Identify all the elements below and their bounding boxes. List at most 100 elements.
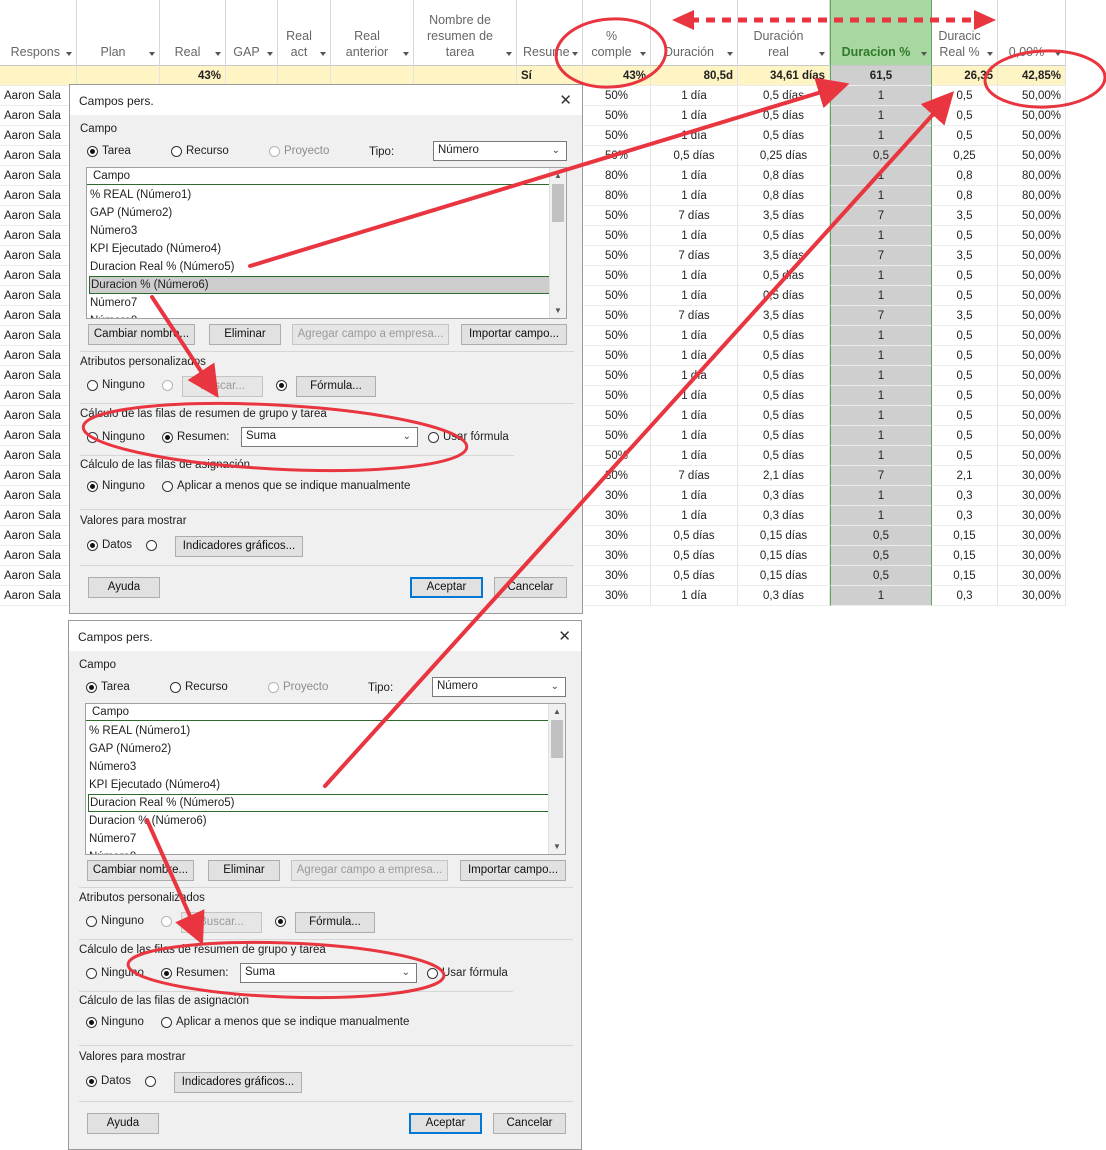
column-header[interactable]: Real act xyxy=(278,0,331,66)
table-cell[interactable]: 0,5 días xyxy=(738,406,830,426)
assign-none-radio[interactable] xyxy=(87,481,98,492)
table-cell[interactable]: 30% xyxy=(583,546,651,566)
attr-lookup-radio[interactable] xyxy=(161,916,172,927)
summary-cell[interactable] xyxy=(77,66,160,86)
table-cell[interactable]: 50% xyxy=(583,266,651,286)
table-cell[interactable]: 2,1 días xyxy=(738,466,830,486)
table-cell[interactable]: 0,5 días xyxy=(738,346,830,366)
table-cell[interactable]: 50,00% xyxy=(998,86,1066,106)
cell-responsible[interactable]: Aaron Sala xyxy=(0,246,77,266)
table-cell[interactable]: 1 xyxy=(830,446,932,466)
field-list-item[interactable]: Número3 xyxy=(89,222,551,240)
assign-apply-radio[interactable] xyxy=(162,481,173,492)
table-cell[interactable]: 30,00% xyxy=(998,506,1066,526)
lookup-button[interactable]: Buscar... xyxy=(182,376,263,397)
table-cell[interactable]: 0,5 días xyxy=(738,106,830,126)
rename-button[interactable]: Cambiar nombre... xyxy=(88,324,195,345)
column-header[interactable]: Real xyxy=(160,0,226,66)
table-cell[interactable]: 0,5 xyxy=(932,386,998,406)
table-cell[interactable]: 0,15 xyxy=(932,546,998,566)
table-cell[interactable]: 30% xyxy=(583,506,651,526)
calc-none-radio[interactable] xyxy=(86,968,97,979)
table-cell[interactable]: 1 xyxy=(830,386,932,406)
table-cell[interactable]: 3,5 días xyxy=(738,306,830,326)
formula-button[interactable]: Fórmula... xyxy=(295,912,375,933)
table-cell[interactable]: 50% xyxy=(583,326,651,346)
table-cell[interactable]: 0,5 días xyxy=(738,286,830,306)
table-cell[interactable]: 0,5 días xyxy=(651,546,738,566)
table-cell[interactable]: 0,5 xyxy=(830,146,932,166)
field-list-item[interactable]: Duracion % (Número6) xyxy=(89,276,550,294)
field-list-item[interactable]: Número7 xyxy=(89,294,551,312)
table-cell[interactable]: 1 día xyxy=(651,586,738,606)
table-cell[interactable]: 0,15 xyxy=(932,526,998,546)
table-cell[interactable]: 1 día xyxy=(651,366,738,386)
field-list-item[interactable]: KPI Ejecutado (Número4) xyxy=(88,776,550,794)
table-cell[interactable]: 3,5 xyxy=(932,306,998,326)
table-cell[interactable]: 0,5 xyxy=(932,426,998,446)
table-cell[interactable]: 0,5 días xyxy=(738,426,830,446)
table-cell[interactable]: 0,5 días xyxy=(738,326,830,346)
table-cell[interactable]: 0,15 días xyxy=(738,526,830,546)
table-cell[interactable]: 1 xyxy=(830,226,932,246)
table-cell[interactable]: 0,5 días xyxy=(651,566,738,586)
cell-responsible[interactable]: Aaron Sala xyxy=(0,446,77,466)
values-data-radio[interactable] xyxy=(87,540,98,551)
table-cell[interactable]: 7 xyxy=(830,306,932,326)
table-cell[interactable]: 1 día xyxy=(651,166,738,186)
import-field-button[interactable]: Importar campo... xyxy=(461,324,567,345)
table-cell[interactable]: 7 días xyxy=(651,206,738,226)
table-cell[interactable]: 50,00% xyxy=(998,146,1066,166)
field-list-item[interactable]: GAP (Número2) xyxy=(89,204,551,222)
table-cell[interactable]: 1 día xyxy=(651,346,738,366)
calc-none-radio[interactable] xyxy=(87,432,98,443)
table-cell[interactable]: 0,5 xyxy=(932,106,998,126)
calc-summary-radio[interactable] xyxy=(161,968,172,979)
table-cell[interactable]: 1 xyxy=(830,86,932,106)
table-cell[interactable]: 50% xyxy=(583,226,651,246)
attr-formula-radio[interactable] xyxy=(275,916,286,927)
table-cell[interactable]: 0,5 xyxy=(932,226,998,246)
radio-tarea[interactable] xyxy=(86,682,97,693)
table-cell[interactable]: 50,00% xyxy=(998,246,1066,266)
cancel-button[interactable]: Cancelar xyxy=(494,577,567,598)
table-cell[interactable]: 50% xyxy=(583,146,651,166)
dropdown-arrow-icon[interactable] xyxy=(819,52,825,56)
assign-none-radio[interactable] xyxy=(86,1017,97,1028)
summary-function-select[interactable]: Suma ⌄ xyxy=(240,963,417,983)
table-cell[interactable]: 7 días xyxy=(651,246,738,266)
dropdown-arrow-icon[interactable] xyxy=(403,52,409,56)
dropdown-arrow-icon[interactable] xyxy=(506,52,512,56)
dropdown-arrow-icon[interactable] xyxy=(149,52,155,56)
radio-tarea[interactable] xyxy=(87,146,98,157)
table-cell[interactable]: 50,00% xyxy=(998,346,1066,366)
values-indicators-radio[interactable] xyxy=(145,1076,156,1087)
scroll-up-icon[interactable]: ▲ xyxy=(553,707,561,716)
table-cell[interactable]: 0,3 días xyxy=(738,506,830,526)
dropdown-arrow-icon[interactable] xyxy=(572,52,578,56)
table-cell[interactable]: 0,25 días xyxy=(738,146,830,166)
scrollbar-thumb[interactable] xyxy=(552,184,564,222)
ok-button[interactable]: Aceptar xyxy=(410,577,483,598)
table-cell[interactable]: 1 xyxy=(830,406,932,426)
table-cell[interactable]: 30,00% xyxy=(998,566,1066,586)
table-cell[interactable]: 0,5 xyxy=(932,266,998,286)
cell-responsible[interactable]: Aaron Sala xyxy=(0,486,77,506)
attr-lookup-radio[interactable] xyxy=(162,380,173,391)
table-cell[interactable]: 50% xyxy=(583,386,651,406)
rename-button[interactable]: Cambiar nombre... xyxy=(87,860,194,881)
summary-cell[interactable]: Sí xyxy=(517,66,583,86)
table-cell[interactable]: 50% xyxy=(583,86,651,106)
table-cell[interactable]: 50,00% xyxy=(998,426,1066,446)
table-cell[interactable]: 50,00% xyxy=(998,286,1066,306)
summary-cell[interactable]: 61,5 xyxy=(830,66,932,86)
summary-cell[interactable]: 43% xyxy=(160,66,226,86)
table-cell[interactable]: 0,5 días xyxy=(738,226,830,246)
table-cell[interactable]: 50,00% xyxy=(998,366,1066,386)
table-cell[interactable]: 0,8 días xyxy=(738,186,830,206)
cell-responsible[interactable]: Aaron Sala xyxy=(0,126,77,146)
cell-responsible[interactable]: Aaron Sala xyxy=(0,346,77,366)
close-icon[interactable]: ✕ xyxy=(559,91,572,109)
table-cell[interactable]: 50% xyxy=(583,106,651,126)
table-cell[interactable]: 0,3 días xyxy=(738,486,830,506)
